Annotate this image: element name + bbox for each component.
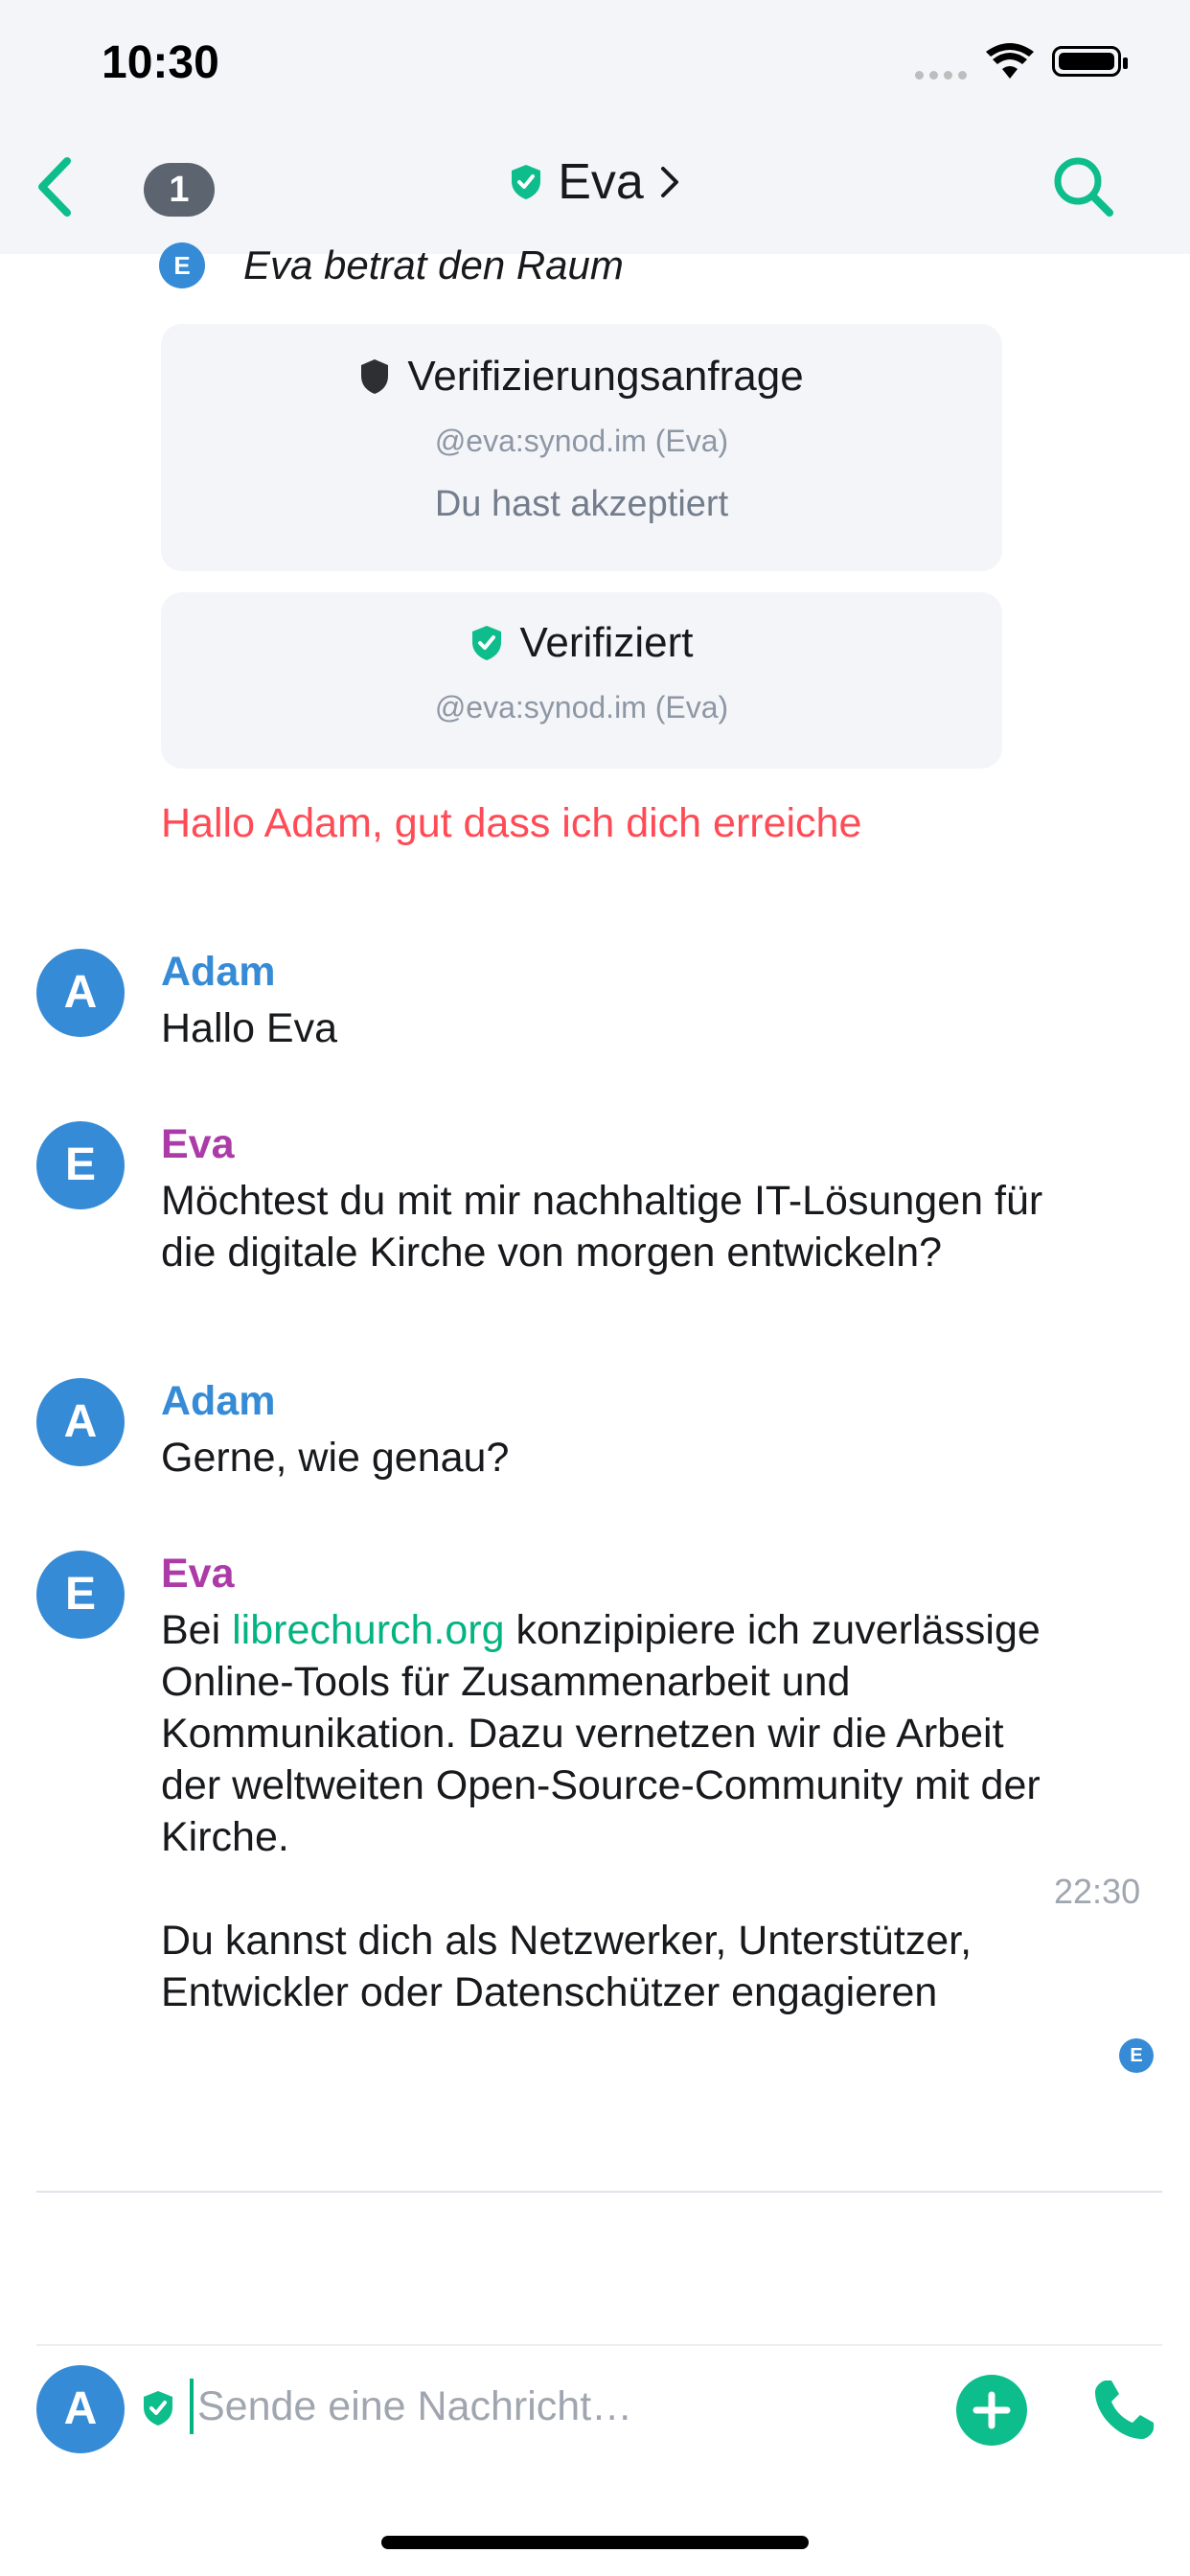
verified-card: Verifiziert @eva:synod.im (Eva) <box>161 592 1002 769</box>
avatar[interactable]: A <box>36 949 125 1037</box>
divider <box>36 2344 1162 2346</box>
message-line: Gerne, wie genau? <box>161 1435 510 1481</box>
message-text: konzipipiere ich zuverlässige <box>504 1607 1041 1653</box>
member-join-event: E Eva betrat den Raum <box>159 242 624 288</box>
message-line: Online-Tools für Zusammenarbeit und <box>161 1659 851 1705</box>
avatar[interactable]: E <box>36 1121 125 1209</box>
verification-user-id: @eva:synod.im (Eva) <box>434 424 729 458</box>
shield-icon <box>361 359 389 394</box>
home-indicator <box>381 2536 809 2549</box>
librechurch-link[interactable]: librechurch.org <box>232 1607 504 1653</box>
read-receipt-avatar[interactable]: E <box>1119 2038 1154 2073</box>
message-body[interactable]: Bei librechurch.org konzipipiere ich zuv… <box>161 1604 1167 2018</box>
message-text: Bei <box>161 1607 233 1653</box>
wifi-icon <box>986 43 1034 79</box>
composer-avatar[interactable]: A <box>36 2365 125 2453</box>
shield-check-icon <box>471 626 501 660</box>
battery-icon <box>1052 46 1128 77</box>
top-bar: 10:30 1 Eva <box>0 0 1190 254</box>
message-input[interactable] <box>197 2377 926 2436</box>
room-name: Eva <box>558 154 644 210</box>
verification-status: Du hast akzeptiert <box>434 484 729 524</box>
attach-button[interactable] <box>956 2375 1027 2446</box>
message-line: die digitale Kirche von morgen entwickel… <box>161 1230 943 1276</box>
verification-request-title: Verifizierungsanfrage <box>407 353 804 400</box>
message-item: E Eva Bei librechurch.org konzipipiere i… <box>36 1551 1157 2030</box>
message-line: Kirche. <box>161 1814 289 1860</box>
verification-request-card: Verifizierungsanfrage @eva:synod.im (Eva… <box>161 324 1002 571</box>
status-time: 10:30 <box>102 37 219 88</box>
message-body[interactable]: Gerne, wie genau? <box>161 1432 1167 1484</box>
message-body[interactable]: Möchtest du mit mir nachhaltige IT-Lösun… <box>161 1175 1167 1278</box>
sender-name[interactable]: Eva <box>161 1121 235 1168</box>
sender-name[interactable]: Eva <box>161 1551 235 1598</box>
shield-check-icon <box>144 2391 172 2426</box>
signal-icon <box>915 71 967 80</box>
search-icon[interactable] <box>1050 153 1117 220</box>
sender-name[interactable]: Adam <box>161 949 275 996</box>
shield-check-icon <box>512 165 541 199</box>
message-body[interactable]: Hallo Eva <box>161 1002 1167 1054</box>
verified-user-id: @eva:synod.im (Eva) <box>434 690 729 724</box>
message-line: Möchtest du mit mir nachhaltige IT-Lösun… <box>161 1178 1043 1224</box>
join-event-text: Eva betrat den Raum <box>243 242 624 288</box>
avatar[interactable]: E <box>159 242 205 288</box>
message-line: der weltweiten Open-Source-Community mit… <box>161 1762 1041 1808</box>
plus-icon <box>973 2391 1011 2429</box>
message-item: A Adam Hallo Eva <box>36 949 1157 1064</box>
avatar[interactable]: E <box>36 1551 125 1639</box>
message-item: E Eva Möchtest du mit mir nachhaltige IT… <box>36 1121 1157 1284</box>
message-line: Hallo Eva <box>161 1005 338 1051</box>
unsent-message[interactable]: Hallo Adam, gut dass ich dich erreiche <box>161 800 861 847</box>
room-title[interactable]: Eva <box>0 153 1190 213</box>
message-item: A Adam Gerne, wie genau? <box>36 1378 1157 1493</box>
message-line: Entwickler oder Datenschützer engagieren <box>161 1969 938 2015</box>
avatar[interactable]: A <box>36 1378 125 1466</box>
chevron-right-icon <box>660 167 678 197</box>
verified-title: Verifiziert <box>519 619 694 666</box>
message-line: Du kannst dich als Netzwerker, Unterstüt… <box>161 1918 973 1964</box>
text-cursor <box>190 2379 194 2434</box>
sender-name[interactable]: Adam <box>161 1378 275 1425</box>
divider <box>36 2191 1162 2193</box>
message-line: Bei librechurch.org konzipipiere ich zuv… <box>161 1604 1167 1656</box>
message-line: Kommunikation. Dazu vernetzen wir die Ar… <box>161 1711 1004 1757</box>
message-timestamp: 22:30 <box>1054 1872 1141 1911</box>
phone-icon[interactable] <box>1090 2377 1157 2444</box>
